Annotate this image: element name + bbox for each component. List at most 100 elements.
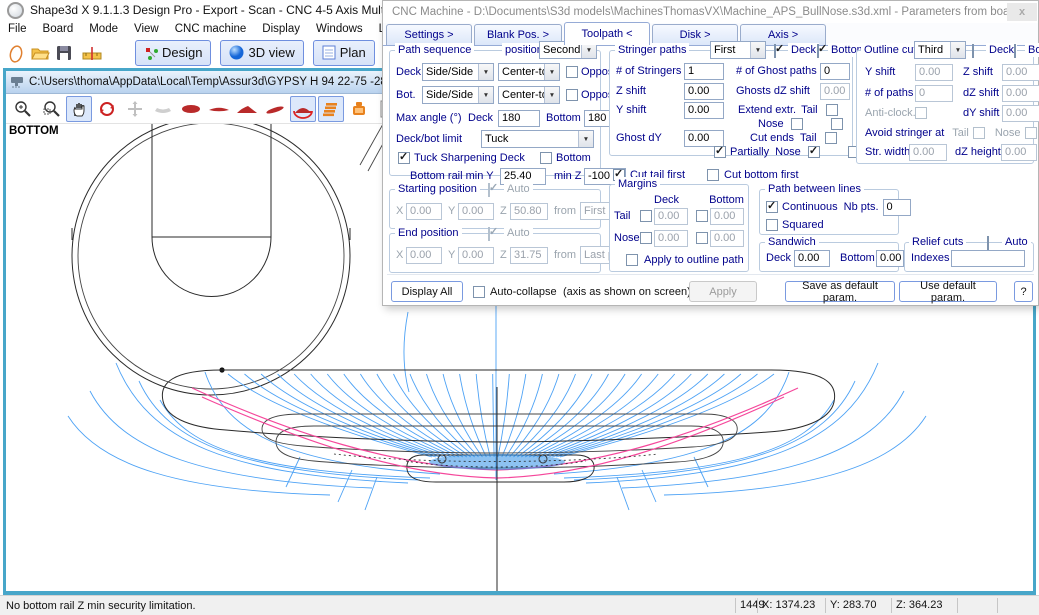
- outline-y-shift-field[interactable]: 0.00: [915, 64, 953, 81]
- 3d-view-button-label: 3D view: [248, 45, 294, 60]
- max-angle-deck-field[interactable]: 180: [498, 110, 540, 127]
- ghost-deck-field[interactable]: 0: [820, 63, 850, 80]
- cut-bottom-first-checkbox[interactable]: [707, 169, 719, 181]
- deck-center-select[interactable]: Center-to-▼: [498, 63, 560, 81]
- sandwich-deck-field[interactable]: 0.00: [794, 250, 830, 267]
- start-auto-checkbox[interactable]: [488, 183, 490, 197]
- ghosts-dz-deck-field[interactable]: 0.00: [820, 83, 850, 100]
- y-shift-field[interactable]: 0.00: [684, 102, 724, 119]
- sandwich-bottom-label: Bottom: [840, 252, 876, 264]
- save-icon[interactable]: [53, 41, 75, 65]
- 3d-view-button[interactable]: 3D view: [220, 40, 303, 66]
- partially-checkbox[interactable]: [714, 146, 726, 158]
- apply-button[interactable]: Apply: [689, 281, 757, 302]
- menu-windows[interactable]: Windows: [308, 23, 371, 35]
- display-all-button[interactable]: Display All: [391, 281, 463, 302]
- rotate-icon[interactable]: [94, 96, 120, 122]
- arch-rotate-icon[interactable]: [290, 96, 316, 122]
- close-icon[interactable]: x: [1007, 3, 1037, 21]
- tab-settings[interactable]: Settings >: [386, 24, 472, 45]
- start-y-field[interactable]: 0.00: [458, 203, 494, 220]
- menu-mode[interactable]: Mode: [81, 23, 126, 35]
- new-board-icon[interactable]: [5, 41, 27, 65]
- deck-bot-limit-select[interactable]: Tuck▼: [481, 130, 594, 148]
- stringer-deck-checkbox[interactable]: [774, 44, 776, 58]
- dialog-titlebar[interactable]: CNC Machine - D:\Documents\S3d models\Ma…: [383, 1, 1038, 23]
- margin-nose-deck-field[interactable]: 0.00: [654, 230, 688, 247]
- menu-board[interactable]: Board: [35, 23, 82, 35]
- end-x-field[interactable]: 0.00: [406, 247, 442, 264]
- nb-pts-field[interactable]: 0: [883, 199, 911, 216]
- outline-dz-shift-field[interactable]: 0.00: [1002, 85, 1039, 102]
- deck-opposite-checkbox[interactable]: [566, 66, 578, 78]
- outline-icon[interactable]: [178, 96, 204, 122]
- margin-tail-bottom-checkbox[interactable]: [696, 210, 708, 222]
- layers-icon[interactable]: [318, 96, 344, 122]
- measure-icon[interactable]: [81, 41, 103, 65]
- zoom-window-icon[interactable]: [38, 96, 64, 122]
- end-auto-checkbox[interactable]: [488, 227, 490, 241]
- margins-title: Margins: [615, 177, 660, 191]
- tab-toolpath[interactable]: Toolpath <: [564, 22, 650, 45]
- margin-nose-bottom-field[interactable]: 0.00: [710, 230, 744, 247]
- slice-icon[interactable]: [234, 96, 260, 122]
- save-default-button[interactable]: Save as default param.: [785, 281, 895, 302]
- margin-tail-deck-field[interactable]: 0.00: [654, 208, 688, 225]
- max-deck-label: Deck: [468, 112, 498, 124]
- dialog-help-button[interactable]: ?: [1014, 281, 1033, 302]
- bot-opposite-checkbox[interactable]: [566, 89, 578, 101]
- outline-paths-field[interactable]: 0: [915, 85, 953, 102]
- design-button[interactable]: Design: [135, 40, 211, 66]
- sander-icon[interactable]: [346, 96, 372, 122]
- stringer-bottom-checkbox[interactable]: [817, 44, 819, 58]
- menu-file[interactable]: File: [0, 23, 35, 35]
- auto-collapse-checkbox[interactable]: [473, 286, 485, 298]
- num-stringers-field[interactable]: 1: [684, 63, 724, 80]
- relief-auto-checkbox[interactable]: [987, 236, 989, 250]
- outline-z-shift-field[interactable]: 0.00: [1002, 64, 1039, 81]
- bot-side-select[interactable]: Side/Side▼: [422, 86, 494, 104]
- zoom-in-icon[interactable]: [10, 96, 36, 122]
- margin-tail-bottom-field[interactable]: 0.00: [710, 208, 744, 225]
- indexes-field[interactable]: [951, 250, 1025, 267]
- menu-view[interactable]: View: [126, 23, 167, 35]
- use-default-button[interactable]: Use default param.: [899, 281, 997, 302]
- outline-dy-shift-field[interactable]: 0.00: [1002, 105, 1039, 122]
- deck-side-select[interactable]: Side/Side▼: [422, 63, 494, 81]
- plan-button[interactable]: Plan: [313, 40, 375, 66]
- margin-nose-bottom-checkbox[interactable]: [696, 232, 708, 244]
- rocker-icon[interactable]: [206, 96, 232, 122]
- margin-tail-deck-checkbox[interactable]: [640, 210, 652, 222]
- stringer-order-select[interactable]: First▼: [710, 41, 766, 59]
- move-icon[interactable]: [122, 96, 148, 122]
- outline-deck-checkbox[interactable]: [972, 44, 974, 58]
- end-y-field[interactable]: 0.00: [458, 247, 494, 264]
- pan-hand-icon[interactable]: [66, 96, 92, 122]
- tuck-sharpening-deck-checkbox[interactable]: [398, 152, 410, 164]
- squared-checkbox[interactable]: [766, 219, 778, 231]
- z-shift-field[interactable]: 0.00: [684, 83, 724, 100]
- menu-display[interactable]: Display: [254, 23, 308, 35]
- end-z-field[interactable]: 31.75: [510, 247, 548, 264]
- anticlock-checkbox[interactable]: [915, 107, 927, 119]
- outline-bottom-checkbox[interactable]: [1014, 44, 1016, 58]
- partial-nose-deck-checkbox[interactable]: [808, 146, 820, 158]
- outline-order-select[interactable]: Third▼: [914, 41, 966, 59]
- start-z-field[interactable]: 50.80: [510, 203, 548, 220]
- start-x-field[interactable]: 0.00: [406, 203, 442, 220]
- avoid-tail-checkbox[interactable]: [973, 127, 985, 139]
- stringer-paths-group: Stringer paths First▼ Deck Bottom # of S…: [609, 50, 853, 156]
- open-folder-icon[interactable]: [29, 41, 51, 65]
- bot-center-select[interactable]: Center-to-▼: [498, 86, 560, 104]
- continuous-checkbox[interactable]: [766, 201, 778, 213]
- blade-icon[interactable]: [262, 96, 288, 122]
- sandwich-bottom-field[interactable]: 0.00: [876, 250, 904, 267]
- avoid-nose-checkbox[interactable]: [1025, 127, 1037, 139]
- board-icon[interactable]: [150, 96, 176, 122]
- margin-nose-deck-checkbox[interactable]: [640, 232, 652, 244]
- str-width-field[interactable]: 0.00: [909, 144, 947, 161]
- tuck-bottom-checkbox[interactable]: [540, 152, 552, 164]
- menu-cnc-machine[interactable]: CNC machine: [167, 23, 255, 35]
- dz-height-field[interactable]: 0.00: [1001, 144, 1037, 161]
- apply-outline-checkbox[interactable]: [626, 254, 638, 266]
